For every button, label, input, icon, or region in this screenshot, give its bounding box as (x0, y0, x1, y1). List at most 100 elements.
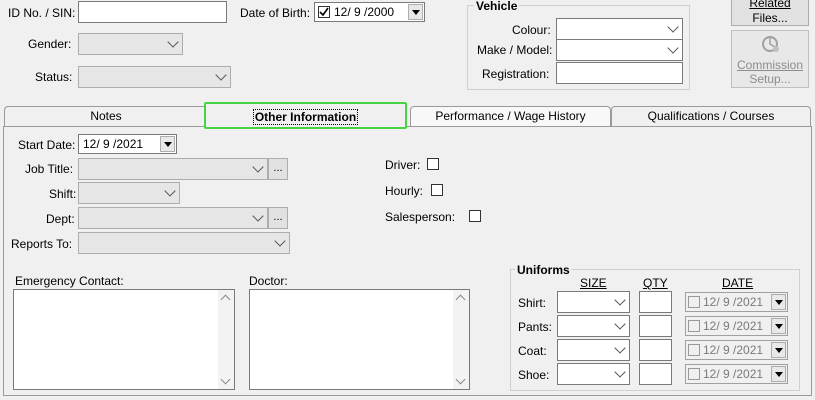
scroll-down-icon (455, 374, 466, 385)
status-select[interactable] (78, 66, 231, 88)
commission-setup-button[interactable]: Commission Setup... (731, 30, 809, 88)
job-title-browse-button[interactable]: ... (268, 158, 288, 180)
pants-date-picker[interactable]: 12/ 9 /2021 (685, 316, 788, 336)
dob-checkbox[interactable] (318, 6, 330, 18)
shirt-date-checkbox[interactable] (688, 296, 700, 308)
tab-notes[interactable]: Notes (4, 106, 208, 126)
shirt-label: Shirt: (518, 296, 547, 310)
commission-icon (762, 36, 779, 52)
salesperson-label: Salesperson: (385, 210, 456, 224)
scroll-down-icon (220, 374, 231, 385)
commission-line1: Commission (736, 58, 803, 72)
pants-size-select[interactable] (557, 315, 630, 337)
chevron-down-icon (252, 161, 264, 173)
chevron-down-icon (274, 235, 286, 247)
start-date-dropdown-icon[interactable] (160, 136, 175, 152)
related-files-line1: Related (749, 0, 791, 10)
salesperson-checkbox[interactable] (469, 210, 481, 222)
uniforms-title: Uniforms (515, 263, 572, 277)
shoe-qty-input[interactable] (639, 363, 672, 385)
driver-label: Driver: (385, 158, 421, 172)
job-title-select[interactable] (78, 158, 268, 180)
scroll-up-icon (455, 294, 466, 305)
chevron-down-icon (614, 366, 626, 378)
chevron-down-icon (215, 69, 227, 81)
scrollbar[interactable] (453, 290, 469, 389)
tab-performance-label: Performance / Wage History (435, 109, 586, 123)
shoe-date-value: 12/ 9 /2021 (703, 367, 764, 381)
size-header: SIZE (580, 276, 607, 290)
registration-input[interactable] (556, 62, 683, 84)
coat-date-checkbox[interactable] (688, 344, 700, 356)
doctor-label: Doctor: (249, 274, 288, 288)
chevron-down-icon (164, 185, 176, 197)
date-header: DATE (722, 276, 754, 290)
dept-browse-button[interactable]: ... (268, 207, 288, 229)
tab-qualifications-label: Qualifications / Courses (647, 109, 775, 123)
coat-size-select[interactable] (557, 339, 630, 361)
hourly-checkbox[interactable] (431, 184, 443, 196)
chevron-down-icon (614, 342, 626, 354)
chevron-down-icon (252, 210, 264, 222)
driver-checkbox[interactable] (427, 158, 439, 170)
chevron-down-icon (667, 21, 679, 33)
dob-picker[interactable]: 12/ 9 /2000 (314, 2, 425, 22)
tab-other-information-label: Other Information (252, 109, 359, 125)
check-icon (319, 7, 329, 17)
commission-line2: Setup... (749, 72, 791, 86)
job-title-label: Job Title: (25, 162, 74, 176)
related-files-line2: Files... (752, 11, 788, 25)
coat-date-picker[interactable]: 12/ 9 /2021 (685, 340, 788, 360)
scrollbar[interactable] (218, 290, 234, 389)
chevron-down-icon (614, 318, 626, 330)
shirt-size-select[interactable] (557, 291, 630, 313)
qty-header: QTY (643, 276, 668, 290)
pants-qty-input[interactable] (639, 315, 672, 337)
doctor-textarea[interactable] (249, 289, 470, 390)
start-date-value: 12/ 9 /2021 (83, 137, 144, 151)
shirt-date-value: 12/ 9 /2021 (703, 295, 764, 309)
start-date-label: Start Date: (18, 138, 76, 152)
id-input[interactable] (78, 1, 227, 23)
gender-select[interactable] (78, 33, 183, 55)
make-model-select[interactable] (556, 39, 683, 61)
chevron-down-icon (614, 294, 626, 306)
pants-date-checkbox[interactable] (688, 320, 700, 332)
start-date-picker[interactable]: 12/ 9 /2021 (78, 134, 177, 154)
tab-other-information[interactable]: Other Information (204, 102, 407, 129)
shoe-size-select[interactable] (557, 363, 630, 385)
shift-select[interactable] (78, 182, 180, 204)
gender-label: Gender: (28, 37, 72, 51)
tab-performance[interactable]: Performance / Wage History (410, 106, 611, 126)
shift-label: Shift: (49, 187, 77, 201)
shoe-date-picker[interactable]: 12/ 9 /2021 (685, 364, 788, 384)
tab-qualifications[interactable]: Qualifications / Courses (611, 106, 811, 126)
shirt-date-picker[interactable]: 12/ 9 /2021 (685, 292, 788, 312)
make-model-label: Make / Model: (477, 43, 553, 57)
shoe-date-checkbox[interactable] (688, 368, 700, 380)
colour-label: Colour: (512, 23, 551, 37)
colour-select[interactable] (556, 18, 683, 40)
dob-dropdown-icon[interactable] (408, 4, 423, 20)
coat-label: Coat: (518, 344, 547, 358)
related-files-button[interactable]: Related Files... (731, 0, 809, 26)
coat-qty-input[interactable] (639, 339, 672, 361)
hourly-label: Hourly: (385, 184, 424, 198)
shirt-qty-input[interactable] (639, 291, 672, 313)
scroll-up-icon (220, 294, 231, 305)
vehicle-title: Vehicle (474, 0, 520, 13)
dob-label: Date of Birth: (240, 6, 311, 20)
emergency-contact-textarea[interactable] (13, 289, 235, 390)
pants-date-value: 12/ 9 /2021 (703, 319, 764, 333)
pants-date-dropdown-icon[interactable] (771, 318, 786, 334)
chevron-down-icon (167, 36, 179, 48)
id-label: ID No. / SIN: (8, 6, 76, 20)
shoe-label: Shoe: (518, 368, 550, 382)
shirt-date-dropdown-icon[interactable] (771, 294, 786, 310)
reports-to-select[interactable] (78, 232, 290, 254)
dept-label: Dept: (46, 212, 75, 226)
dept-select[interactable] (78, 207, 268, 229)
status-label: Status: (35, 70, 73, 84)
shoe-date-dropdown-icon[interactable] (771, 366, 786, 382)
coat-date-dropdown-icon[interactable] (771, 342, 786, 358)
